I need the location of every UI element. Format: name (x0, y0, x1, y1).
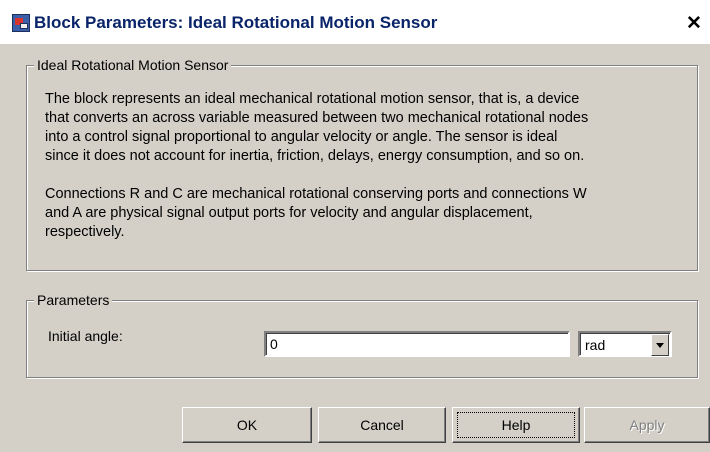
ok-button[interactable]: OK (182, 407, 312, 443)
description-line: and A are physical signal output ports f… (45, 205, 533, 221)
description-line (45, 166, 588, 185)
chevron-down-icon[interactable] (651, 334, 669, 356)
dialog-window: Block Parameters: Ideal Rotational Motio… (0, 0, 710, 452)
cancel-button[interactable]: Cancel (318, 407, 446, 443)
angle-unit-select[interactable]: rad (578, 331, 672, 357)
description-line: that converts an across variable measure… (45, 110, 589, 126)
parameters-group-legend: Parameters (34, 292, 113, 308)
description-text: The block represents an ideal mechanical… (45, 90, 588, 242)
block-parameters-icon (12, 14, 30, 32)
description-line: into a control signal proportional to an… (45, 129, 558, 145)
apply-button[interactable]: Apply (584, 407, 710, 443)
window-title: Block Parameters: Ideal Rotational Motio… (34, 13, 438, 32)
description-line: respectively. (45, 224, 125, 240)
description-group-legend: Ideal Rotational Motion Sensor (34, 57, 232, 73)
help-button[interactable]: Help (452, 407, 580, 443)
close-icon[interactable]: ✕ (684, 14, 704, 34)
initial-angle-label: Initial angle: (48, 328, 123, 344)
description-line: Connections R and C are mechanical rotat… (45, 186, 587, 202)
description-line: The block represents an ideal mechanical… (45, 91, 580, 107)
title-bar[interactable]: Block Parameters: Ideal Rotational Motio… (0, 0, 710, 44)
initial-angle-input[interactable] (264, 331, 570, 357)
description-line: since it does not account for inertia, f… (45, 148, 585, 164)
angle-unit-value: rad (585, 337, 606, 353)
